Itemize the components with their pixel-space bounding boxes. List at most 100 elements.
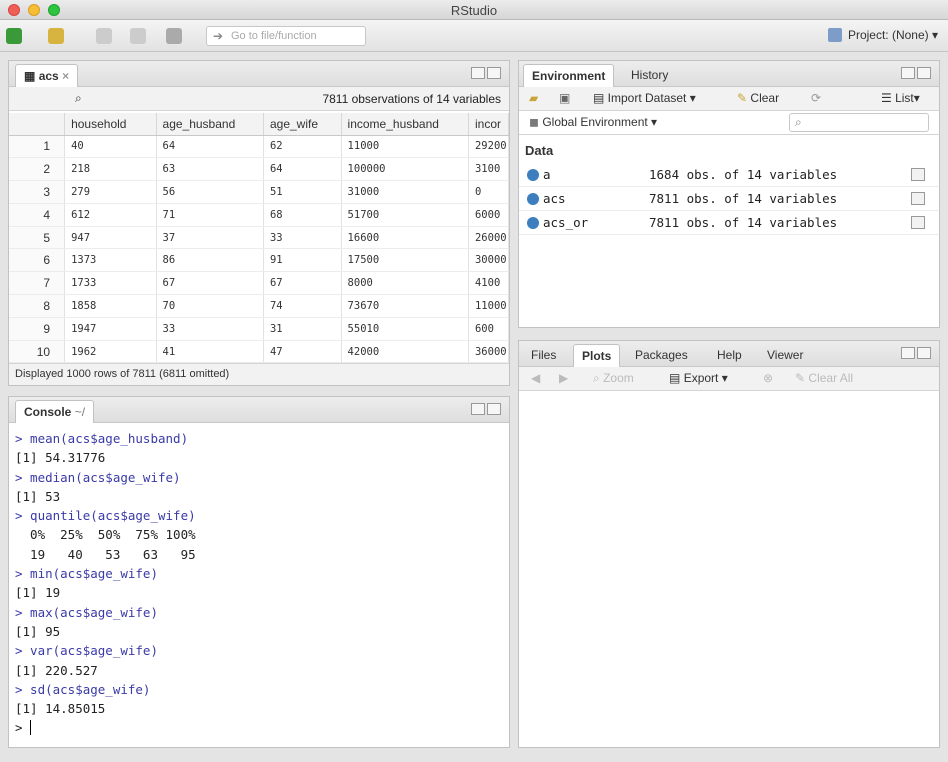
- filter-icon[interactable]: ⌕: [75, 91, 82, 106]
- pane-window-buttons[interactable]: [469, 403, 501, 418]
- tab-plots[interactable]: Plots: [573, 344, 621, 367]
- load-workspace-icon[interactable]: ▰: [529, 91, 538, 105]
- table-row[interactable]: 7 1733 67 67 8000 4100: [9, 271, 510, 296]
- table-cell: 8000: [341, 271, 469, 296]
- environment-item[interactable]: a 1684 obs. of 14 variables: [519, 163, 939, 187]
- data-viewer-panel: ▦ acs × ⌕ 7811 observations of 14 variab…: [8, 60, 510, 386]
- open-project-icon[interactable]: [48, 28, 64, 44]
- plot-area: [519, 391, 939, 747]
- column-header[interactable]: household: [64, 113, 157, 136]
- table-cell: 0: [468, 180, 510, 204]
- table-row[interactable]: 8 1858 70 74 73670 11000: [9, 294, 510, 318]
- print-icon[interactable]: [166, 28, 182, 44]
- save-workspace-icon[interactable]: ▣: [559, 91, 570, 105]
- pane-window-buttons[interactable]: [899, 347, 931, 362]
- table-row[interactable]: 2 218 63 64 100000 3100: [9, 157, 510, 182]
- tab-files[interactable]: Files: [523, 344, 564, 367]
- list-view-button[interactable]: ☰ List▾: [881, 91, 920, 105]
- table-cell: 91: [263, 248, 342, 273]
- export-button[interactable]: ▤ Export ▾: [669, 371, 728, 385]
- table-cell: 62: [263, 135, 342, 159]
- console-path: ~/: [74, 405, 86, 419]
- project-label: Project: (None): [847, 28, 929, 42]
- console-prompt[interactable]: >: [15, 718, 203, 737]
- tab-acs[interactable]: ▦ acs ×: [15, 64, 79, 87]
- tab-packages[interactable]: Packages: [627, 344, 696, 367]
- goto-arrow-icon: ➔: [213, 29, 224, 43]
- project-cube-icon: [827, 28, 842, 42]
- table-row[interactable]: 1 40 64 62 11000 29200: [9, 135, 510, 159]
- expand-object-icon[interactable]: [527, 217, 539, 229]
- console-panel: Console ~/ > mean(acs$age_husband) [1] 54…: [8, 396, 510, 748]
- table-cell: 73670: [341, 294, 469, 318]
- column-header[interactable]: incor: [468, 113, 510, 136]
- tab-environment[interactable]: Environment: [523, 64, 615, 87]
- table-cell: 100000: [341, 157, 469, 182]
- refresh-icon[interactable]: ⟳: [811, 91, 821, 105]
- clear-all-button[interactable]: ✎ Clear All: [795, 371, 853, 385]
- remove-plot-icon[interactable]: ⊗: [763, 371, 773, 385]
- table-cell: 40: [64, 135, 157, 159]
- view-data-icon[interactable]: [911, 192, 925, 205]
- view-data-icon[interactable]: [911, 216, 925, 229]
- environment-search-input[interactable]: ⌕: [789, 113, 929, 132]
- export-icon: ▤: [669, 371, 681, 385]
- table-cell: 31: [263, 317, 342, 341]
- environment-item[interactable]: acs_or 7811 obs. of 14 variables: [519, 211, 939, 235]
- console-output-line: 19 40 53 63 95: [15, 546, 204, 562]
- environment-item[interactable]: acs 7811 obs. of 14 variables: [519, 187, 939, 211]
- goto-file-input[interactable]: ➔ Go to file/function: [206, 26, 366, 46]
- table-row[interactable]: 10 1962 41 47 42000 36000: [9, 340, 510, 364]
- project-menu[interactable]: Project: (None) ▾: [827, 28, 938, 42]
- zoom-button[interactable]: ⌕ Zoom: [593, 371, 634, 386]
- view-data-icon[interactable]: [911, 168, 925, 181]
- object-description: 7811 obs. of 14 variables: [649, 215, 838, 230]
- table-cell: 600: [468, 317, 510, 341]
- plots-toolbar: ◀ ▶ ⌕ Zoom ▤ Export ▾ ⊗ ✎ Clear All: [519, 367, 939, 391]
- list-label: List: [895, 91, 914, 105]
- title-bar: RStudio: [0, 0, 948, 20]
- next-plot-icon[interactable]: ▶: [559, 371, 568, 385]
- table-cell: 31000: [341, 180, 469, 204]
- tab-viewer[interactable]: Viewer: [759, 344, 811, 367]
- import-dataset-button[interactable]: ▤ Import Dataset ▾: [593, 91, 696, 105]
- console-output[interactable]: > mean(acs$age_husband) [1] 54.31776 > med…: [15, 429, 203, 738]
- table-cell: 56: [156, 180, 264, 204]
- pane-window-buttons[interactable]: [899, 67, 931, 82]
- table-row[interactable]: 3 279 56 51 31000 0: [9, 180, 510, 204]
- clear-button[interactable]: ✎ Clear: [737, 91, 779, 105]
- close-tab-icon[interactable]: ×: [62, 69, 69, 83]
- column-header[interactable]: income_husband: [341, 113, 469, 136]
- table-row[interactable]: 4 612 71 68 51700 6000: [9, 203, 510, 227]
- table-cell: 29200: [468, 135, 510, 159]
- console-tabbar: Console ~/: [9, 397, 509, 423]
- data-viewer-status: Displayed 1000 rows of 7811 (6811 omitte…: [9, 363, 509, 385]
- save-icon[interactable]: [96, 28, 112, 44]
- clear-all-label: Clear All: [808, 371, 854, 385]
- row-number: 4: [9, 203, 66, 227]
- scope-selector[interactable]: ◼ Global Environment ▾: [529, 115, 657, 129]
- environment-panel: Environment History ▰ ▣ ▤ Import Dataset…: [518, 60, 940, 328]
- previous-plot-icon[interactable]: ◀: [531, 371, 540, 385]
- new-file-icon[interactable]: [6, 28, 22, 44]
- table-cell: 42000: [341, 340, 469, 364]
- expand-object-icon[interactable]: [527, 193, 539, 205]
- tab-console[interactable]: Console ~/: [15, 400, 95, 423]
- tab-history[interactable]: History: [623, 64, 676, 87]
- object-description: 1684 obs. of 14 variables: [649, 167, 838, 182]
- table-row[interactable]: 9 1947 33 31 55010 600: [9, 317, 510, 341]
- table-row[interactable]: 6 1373 86 91 17500 30000: [9, 248, 510, 273]
- tab-help[interactable]: Help: [709, 344, 750, 367]
- table-row[interactable]: 5 947 37 33 16600 26000: [9, 226, 510, 250]
- save-all-icon[interactable]: [130, 28, 146, 44]
- column-header[interactable]: age_wife: [263, 113, 342, 136]
- expand-object-icon[interactable]: [527, 169, 539, 181]
- row-number: 8: [9, 294, 66, 318]
- table-cell: 3100: [468, 157, 510, 182]
- grid-icon: ▦: [24, 69, 36, 83]
- pane-window-buttons[interactable]: [469, 67, 501, 82]
- table-cell: 30000: [468, 248, 510, 273]
- environment-tabbar: Environment History: [519, 61, 939, 87]
- console-command: > var(acs$age_wife): [15, 643, 158, 659]
- column-header[interactable]: age_husband: [156, 113, 264, 136]
